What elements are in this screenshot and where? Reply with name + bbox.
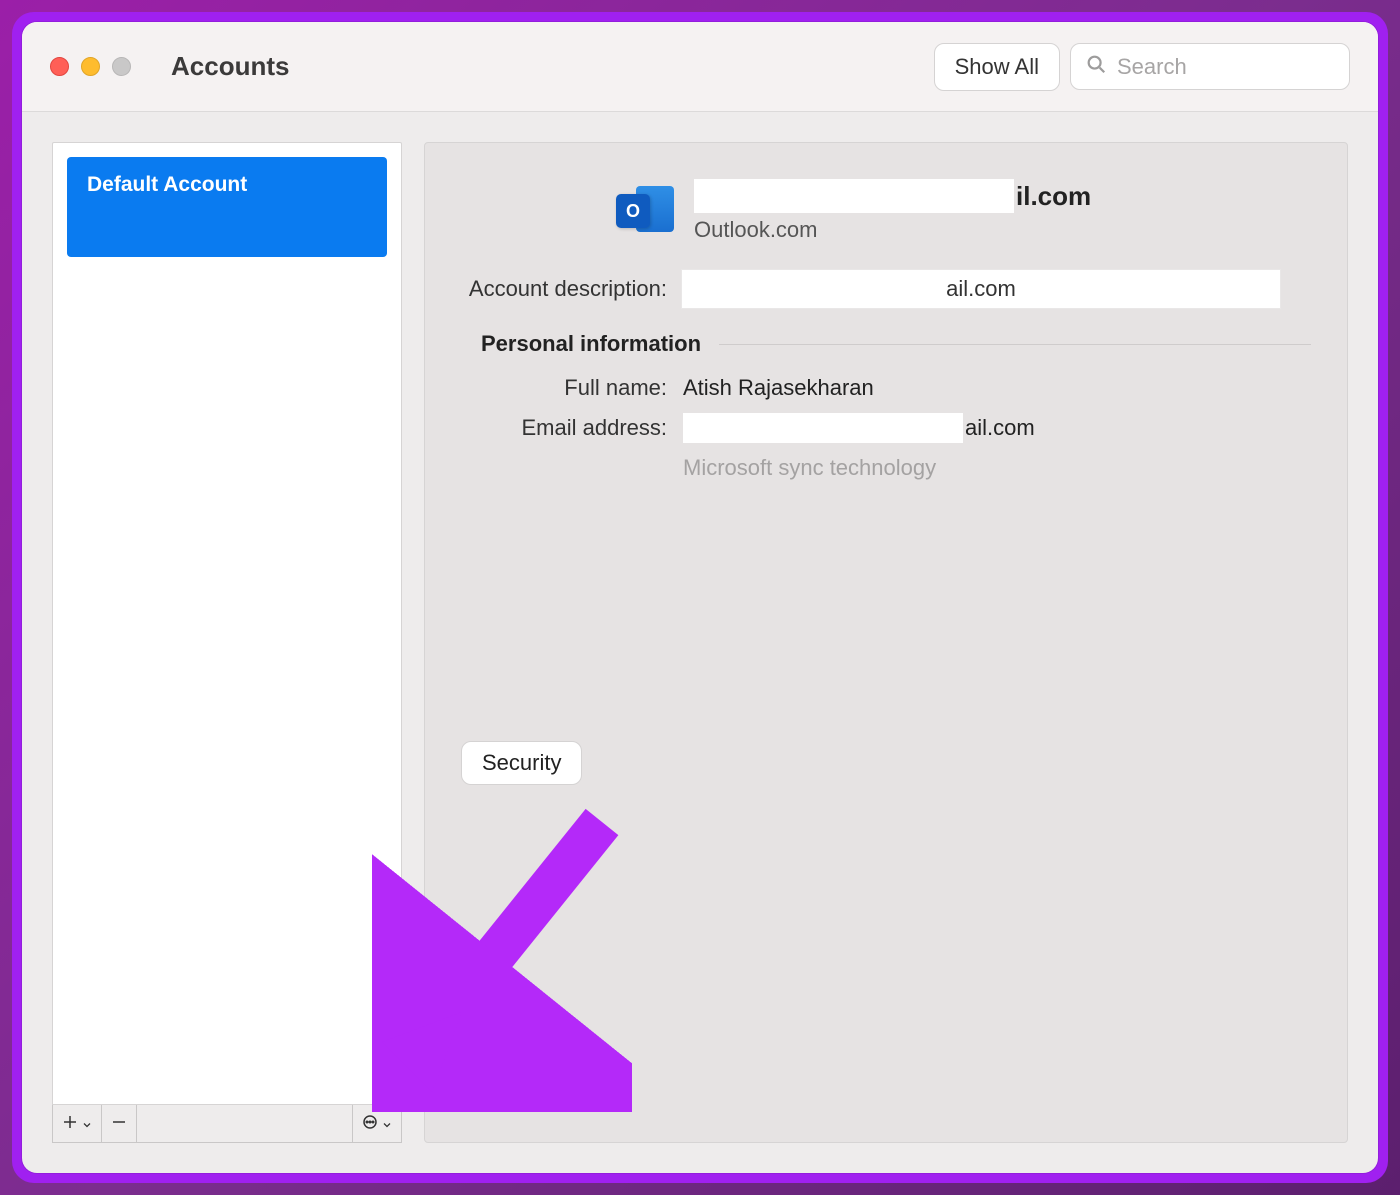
traffic-lights [50,57,131,76]
chevron-down-icon [381,1111,393,1137]
account-detail-panel: O il.com Outlook.com Account description… [424,142,1348,1143]
account-type-label: Outlook.com [694,217,1091,243]
account-email-heading: il.com [694,179,1091,213]
zoom-window-button[interactable] [112,57,131,76]
account-description-label: Account description: [461,276,681,302]
search-icon [1085,53,1107,80]
sidebar-toolbar-spacer [137,1105,353,1142]
more-options-button[interactable] [353,1105,401,1142]
sync-technology-note: Microsoft sync technology [683,455,1311,481]
search-field[interactable] [1070,43,1350,90]
accounts-sidebar: Default Account [52,142,402,1143]
minus-icon [110,1111,128,1137]
full-name-label: Full name: [461,375,681,401]
close-window-button[interactable] [50,57,69,76]
redacted-region [683,413,963,443]
email-address-label: Email address: [461,415,681,441]
divider [719,344,1311,345]
email-address-value: ail.com [681,413,1035,443]
accounts-window: Accounts Show All Default Account [22,22,1378,1173]
account-header: O il.com Outlook.com [616,179,1311,243]
account-list-item[interactable]: Default Account [67,157,387,257]
search-input[interactable] [1117,54,1335,80]
account-email-suffix: il.com [1016,181,1091,212]
ellipsis-icon [361,1111,379,1137]
plus-icon [61,1111,79,1137]
outlook-icon: O [616,182,674,240]
show-all-button[interactable]: Show All [934,43,1060,91]
window-title: Accounts [171,51,934,82]
personal-info-section-title: Personal information [481,331,701,357]
minimize-window-button[interactable] [81,57,100,76]
add-account-button[interactable] [53,1105,102,1142]
email-address-suffix: ail.com [965,415,1035,441]
full-name-value: Atish Rajasekharan [681,375,874,401]
security-button[interactable]: Security [461,741,582,785]
account-list: Default Account [52,142,402,1105]
remove-account-button[interactable] [102,1105,137,1142]
account-item-label: Default Account [87,173,367,197]
redacted-region [694,179,1014,213]
titlebar: Accounts Show All [22,22,1378,112]
chevron-down-icon [81,1111,93,1137]
account-description-input[interactable] [681,269,1281,309]
sidebar-toolbar [52,1105,402,1143]
